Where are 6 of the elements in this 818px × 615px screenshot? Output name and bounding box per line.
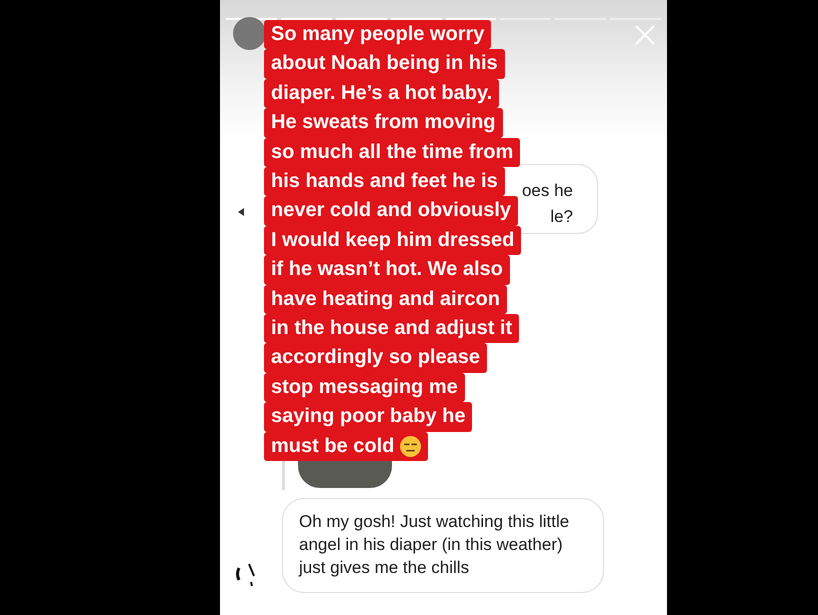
message-bubble: Oh my gosh! Just watching this little angel in his diaper (in this weather) just gives me the chills	[282, 498, 604, 593]
avatar[interactable]	[233, 17, 266, 50]
expressionless-face-icon	[400, 436, 422, 457]
message-text: oes he	[522, 180, 573, 202]
message-text: le?	[550, 206, 573, 228]
triangle-icon	[238, 208, 244, 216]
